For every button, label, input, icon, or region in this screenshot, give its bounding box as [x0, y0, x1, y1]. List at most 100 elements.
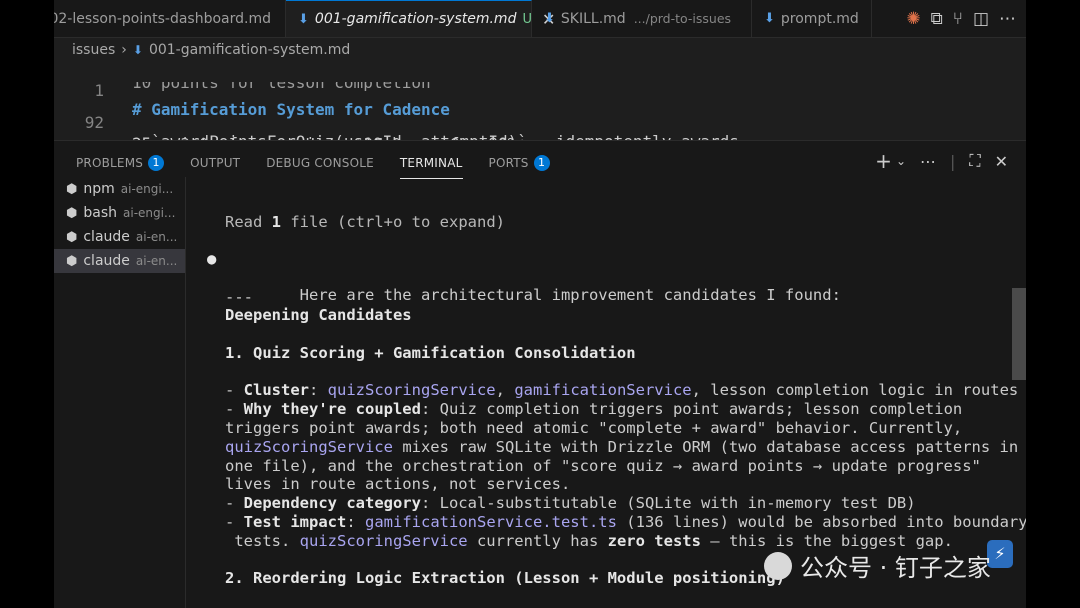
terminal-item-claude-active[interactable]: ⬢ claude ai-en...: [54, 249, 185, 273]
breadcrumb-file[interactable]: 001-gamification-system.md: [149, 42, 350, 58]
read-count: 1: [271, 213, 282, 231]
source-control-icon[interactable]: ⑂: [953, 9, 963, 29]
panel-actions: + ⌄ ⋯ | ⛶ ✕: [875, 149, 1008, 173]
tab-description: .../prd-to-issues: [633, 11, 732, 26]
close-panel-icon[interactable]: ✕: [995, 152, 1008, 171]
bottom-panel: PROBLEMS 1 OUTPUT DEBUG CONSOLE TERMINAL…: [54, 140, 1026, 608]
editor-line: 92 - `awardPointsForQuiz(userId, attempt…: [54, 94, 1026, 151]
chevron-right-icon: ›: [121, 42, 127, 58]
candidate-title: 2. Reordering Logic Extraction (Lesson +…: [225, 569, 785, 587]
why-rest: : Quiz completion triggers point awards;…: [420, 400, 963, 418]
tab-ports[interactable]: PORTS 1: [489, 151, 550, 175]
terminal-cube-icon: ⬢: [66, 181, 78, 197]
tab-label: 02-lesson-points-dashboard.md: [54, 10, 271, 27]
ports-count-badge: 1: [533, 155, 550, 171]
wechat-logo-icon: [764, 551, 792, 580]
read-prefix: Read: [225, 213, 272, 231]
why-line-4: one file), and the orchestration of "sco…: [225, 457, 981, 475]
tab-label: DEBUG CONSOLE: [266, 156, 374, 170]
more-actions-icon[interactable]: ⋯: [999, 9, 1016, 29]
markdown-download-icon: ⬇: [544, 11, 555, 26]
bullet-icon: ●: [207, 250, 217, 268]
terminal-scrollbar-thumb[interactable]: [1012, 288, 1026, 380]
tab-label: 001-gamification-system.md: [314, 11, 517, 27]
tab-label: SKILL.md: [560, 10, 626, 27]
split-editor-icon[interactable]: ◫: [973, 9, 989, 29]
service-link: gamificationService: [514, 381, 692, 399]
tab-label: TERMINAL: [399, 156, 463, 170]
watermark: 公众号 · 钉子之家: [764, 548, 991, 583]
editor-line-wrap: 25 points for passing, +10 bonus for 90%…: [54, 115, 1026, 153]
terminal-name: claude: [83, 229, 130, 245]
editor-line: 1 # Gamification System for Cadence: [54, 62, 1026, 119]
maximize-panel-icon[interactable]: ⛶: [969, 151, 980, 171]
claude-spark-icon[interactable]: ✺: [906, 9, 920, 29]
tab-gamification-system[interactable]: ⬇ 001-gamification-system.md U ✕: [286, 0, 555, 37]
terminal-cube-icon: ⬢: [66, 229, 78, 245]
terminal-item-bash[interactable]: ⬢ bash ai-engi...: [54, 201, 185, 225]
read-suffix: file (ctrl+o to expand): [281, 213, 505, 231]
why-line-3-rest: mixes raw SQLite with Drizzle ORM (two d…: [392, 438, 1019, 456]
service-link: quizScoringService: [225, 438, 393, 456]
terminal-cwd: ai-engi...: [120, 182, 174, 196]
terminal-cwd: ai-en...: [135, 230, 178, 244]
service-link: quizScoringService: [327, 381, 496, 399]
test-impact-line: - Test impact: gamificationService.test.…: [225, 513, 1026, 531]
terminal-item-npm[interactable]: ⬢ npm ai-engi...: [54, 177, 185, 201]
intro-text: Here are the architectural improvement c…: [299, 286, 841, 304]
why-label: Why they're coupled: [243, 400, 421, 418]
editor-area[interactable]: 1 # Gamification System for Cadence 10 p…: [54, 60, 1026, 170]
dependency-line: - Dependency category: Local-substitutab…: [225, 494, 916, 512]
file-link: gamificationService.test.ts: [365, 513, 617, 531]
tab-problems[interactable]: PROBLEMS 1: [76, 151, 165, 175]
sticky-scroll-shadow-line: 10 points for lesson completion: [54, 82, 1026, 91]
separator: |: [950, 151, 956, 171]
breadcrumb-folder[interactable]: issues: [72, 42, 115, 58]
chevron-down-icon[interactable]: ⌄: [896, 154, 906, 168]
horizontal-rule: ---: [225, 288, 253, 306]
terminal-cube-icon: ⬢: [66, 253, 78, 269]
lightning-badge-icon: ⚡: [987, 540, 1013, 568]
terminal-list-divider: [185, 177, 186, 608]
section-heading: Deepening Candidates: [225, 306, 412, 324]
read-file-line: Read 1 file (ctrl+o to expand): [225, 213, 505, 232]
terminal-name: bash: [83, 205, 117, 221]
terminal-cwd: ai-engi...: [123, 206, 176, 220]
tab-prompt[interactable]: ⬇ prompt.md: [752, 0, 872, 37]
more-actions-icon[interactable]: ⋯: [920, 152, 936, 171]
dependency-rest: : Local-substitutable (SQLite with in-me…: [420, 494, 916, 512]
panel-tab-strip: PROBLEMS 1 OUTPUT DEBUG CONSOLE TERMINAL…: [76, 151, 550, 179]
open-preview-icon[interactable]: ⧉: [931, 9, 943, 29]
why-line-5: lives in route actions, not services.: [225, 475, 571, 493]
why-line: - Why they're coupled: Quiz completion t…: [225, 400, 963, 418]
ghost-line-text: 10 points for lesson completion: [132, 82, 431, 91]
new-terminal-plus-icon[interactable]: +: [875, 149, 892, 173]
text: currently has: [467, 532, 608, 550]
markdown-download-icon: ⬇: [764, 11, 775, 26]
bold-text: zero tests: [607, 532, 701, 550]
editor-tab-bar: 02-lesson-points-dashboard.md ⬇ 001-gami…: [54, 0, 1026, 38]
terminal-list: ⬢ npm ai-engi... ⬢ bash ai-engi... ⬢ cla…: [54, 177, 185, 273]
tab-terminal[interactable]: TERMINAL: [399, 151, 463, 179]
terminal-name: npm: [83, 181, 115, 197]
test-impact-label: Test impact: [243, 513, 347, 531]
tab-label: PORTS: [488, 156, 529, 170]
tab-label: OUTPUT: [190, 156, 241, 170]
test-impact-rest: (136 lines) would be absorbed into bound…: [616, 513, 1026, 531]
text: tests.: [225, 532, 300, 550]
why-line-3: quizScoringService mixes raw SQLite with…: [225, 438, 1018, 457]
tab-label: prompt.md: [780, 10, 859, 27]
terminal-item-claude[interactable]: ⬢ claude ai-en...: [54, 225, 185, 249]
markdown-download-icon: ⬇: [132, 43, 143, 57]
tab-skill[interactable]: ⬇ SKILL.md .../prd-to-issues: [532, 0, 752, 37]
terminal-cube-icon: ⬢: [66, 205, 78, 221]
problems-count-badge: 1: [148, 155, 165, 171]
cluster-line: - Cluster: quizScoringService, gamificat…: [225, 381, 1019, 399]
vscode-window: 02-lesson-points-dashboard.md ⬇ 001-gami…: [54, 0, 1026, 608]
cluster-rest: , lesson completion logic in routes: [691, 381, 1019, 399]
tab-output[interactable]: OUTPUT: [190, 151, 240, 175]
tab-debug-console[interactable]: DEBUG CONSOLE: [266, 151, 374, 175]
intro-line: ● Here are the architectural improvement…: [207, 250, 841, 304]
tab-lesson-points-dashboard[interactable]: 02-lesson-points-dashboard.md: [54, 0, 286, 37]
cluster-label: Cluster: [243, 381, 309, 399]
